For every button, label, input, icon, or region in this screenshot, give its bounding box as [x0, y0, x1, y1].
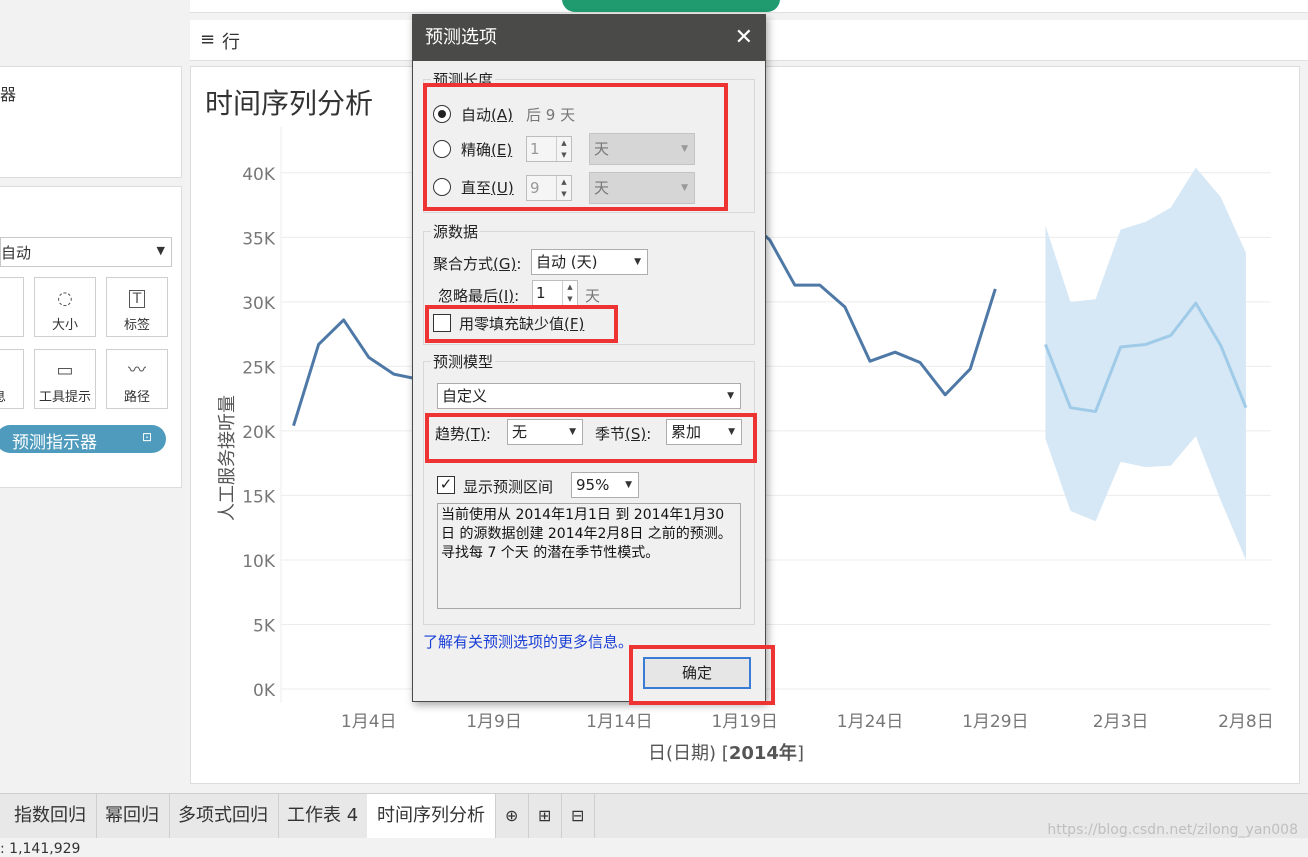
show-interval-checkbox[interactable]: ✓	[437, 476, 455, 494]
sheet-tabbar: 指数回归 幂回归 多项式回归 工作表 4 时间序列分析 ⊕ ⊞ ⊟ https:…	[0, 793, 1308, 838]
ignore-last-unit: 天	[585, 287, 601, 305]
x-tick-label: 1月19日	[711, 712, 777, 732]
mark-size-button[interactable]: ◌ 大小	[34, 277, 96, 337]
annotation-box-length	[423, 83, 728, 211]
chevron-down-icon: ▼	[727, 391, 734, 401]
aggregation-label: 聚合方式(G):	[433, 255, 522, 273]
tooltip-bubble-icon: ▭	[56, 360, 74, 381]
columns-shelf[interactable]	[190, 0, 1308, 13]
tab-sheet4[interactable]: 工作表 4	[277, 794, 370, 838]
x-tick-label: 2月8日	[1218, 712, 1274, 732]
size-circles-icon: ◌	[57, 288, 73, 309]
chevron-down-icon: ▼	[156, 244, 165, 257]
tab-time-series[interactable]: 时间序列分析	[367, 794, 496, 838]
x-tick-label: 1月24日	[837, 712, 903, 732]
rows-icon: ≡	[200, 29, 216, 50]
rows-label: 行	[222, 32, 240, 53]
mark-color-button[interactable]: ⁘ 色	[0, 277, 24, 337]
y-tick-label: 40K	[242, 165, 276, 185]
new-story-icon[interactable]: ⊟	[561, 794, 596, 838]
mark-button-label: 标签	[123, 318, 150, 333]
mark-button-label: 信息	[0, 390, 6, 405]
x-tick-label: 1月4日	[341, 712, 397, 732]
filters-card: 器	[0, 66, 182, 178]
pill-menu-icon: ⊡	[141, 430, 152, 444]
mark-button-label: 大小	[51, 318, 78, 333]
chevron-down-icon: ▼	[634, 257, 641, 267]
filters-title: 器	[0, 85, 17, 104]
mark-detail-button[interactable]: ∘ 信息	[0, 349, 24, 409]
spinner-arrows-icon[interactable]: ▲ ▼	[562, 281, 577, 305]
x-tick-label: 1月14日	[586, 712, 652, 732]
y-tick-label: 10K	[242, 552, 276, 572]
marks-type-select[interactable]: 自动 ▼	[0, 237, 172, 267]
watermark: https://blog.csdn.net/zilong_yan008	[1047, 822, 1298, 838]
interval-select[interactable]: 95% ▼	[571, 472, 639, 498]
forecast-description: 当前使用从 2014年1月1日 到 2014年1月30日 的源数据创建 2014…	[437, 503, 741, 609]
close-icon[interactable]: ✕	[735, 15, 753, 61]
columns-pill[interactable]	[562, 0, 780, 12]
model-select[interactable]: 自定义 ▼	[437, 383, 741, 409]
chart-title: 时间序列分析	[205, 87, 373, 120]
dialog-title: 预测选项	[425, 27, 497, 48]
y-tick-label: 30K	[242, 294, 276, 314]
new-dashboard-icon[interactable]: ⊞	[528, 794, 563, 838]
mark-button-label: 工具提示	[38, 390, 91, 405]
mark-label-button[interactable]: T 标签	[106, 277, 168, 337]
y-tick-label: 5K	[253, 616, 276, 636]
label-T-icon: T	[107, 288, 167, 310]
detail-dots-icon: ∘	[0, 360, 23, 382]
y-axis-label: 人工服务接听量	[217, 395, 238, 521]
y-tick-label: 0K	[253, 681, 276, 701]
show-interval-label[interactable]: 显示预测区间	[463, 476, 553, 497]
y-tick-label: 15K	[242, 487, 276, 507]
status-bar: : 1,141,929	[0, 838, 1308, 857]
new-worksheet-icon[interactable]: ⊕	[495, 794, 530, 838]
forecast-pill-label: 预测指示器	[12, 433, 97, 453]
x-tick-label: 1月9日	[466, 712, 522, 732]
status-sum: : 1,141,929	[0, 841, 81, 857]
aggregation-select[interactable]: 自动 (天) ▼	[531, 249, 648, 275]
tab-exp-regression[interactable]: 指数回归	[4, 794, 97, 838]
tab-power-regression[interactable]: 幂回归	[95, 794, 170, 838]
color-dots-icon: ⁘	[0, 288, 23, 310]
path-line-icon: 〰	[128, 360, 146, 381]
learn-more-link[interactable]: 了解有关预测选项的更多信息。	[423, 631, 633, 652]
x-tick-label: 1月29日	[962, 712, 1028, 732]
forecast-indicator-pill[interactable]: 预测指示器 ⊡	[0, 425, 166, 453]
y-tick-label: 20K	[242, 423, 276, 443]
y-tick-label: 25K	[242, 358, 276, 378]
source-data-title: 源数据	[431, 221, 481, 242]
ignore-last-spinner[interactable]: 1 ▲ ▼	[532, 280, 578, 306]
forecast-options-dialog: 预测选项 ✕ 预测长度 自动(A) 后 9 天 精确(E) 1 ▲ ▼ 天 ▼ 直至…	[412, 14, 775, 705]
annotation-box-ok	[629, 645, 775, 705]
tab-poly-regression[interactable]: 多项式回归	[168, 794, 279, 838]
mark-button-label: 路径	[123, 390, 150, 405]
mark-tooltip-button[interactable]: ▭ 工具提示	[34, 349, 96, 409]
annotation-box-fill	[425, 305, 618, 343]
ignore-last-label: 忽略最后(I):	[438, 287, 520, 305]
annotation-box-model	[425, 413, 757, 463]
forecast-model-title: 预测模型	[431, 351, 496, 372]
dialog-titlebar[interactable]: 预测选项 ✕	[413, 15, 765, 61]
x-axis-label: 日(日期) [2014年]	[648, 742, 804, 764]
forecast-interval-band	[1045, 167, 1246, 560]
y-tick-label: 35K	[242, 229, 276, 249]
marks-card: 自动 ▼ ⁘ 色 ◌ 大小 T 标签 ∘ 信息 ▭ 工具提示 〰 路径 预测指示…	[0, 186, 182, 488]
x-tick-label: 2月3日	[1093, 712, 1149, 732]
mark-path-button[interactable]: 〰 路径	[106, 349, 168, 409]
chevron-down-icon: ▼	[625, 480, 632, 490]
marks-type-value: 自动	[1, 244, 32, 262]
